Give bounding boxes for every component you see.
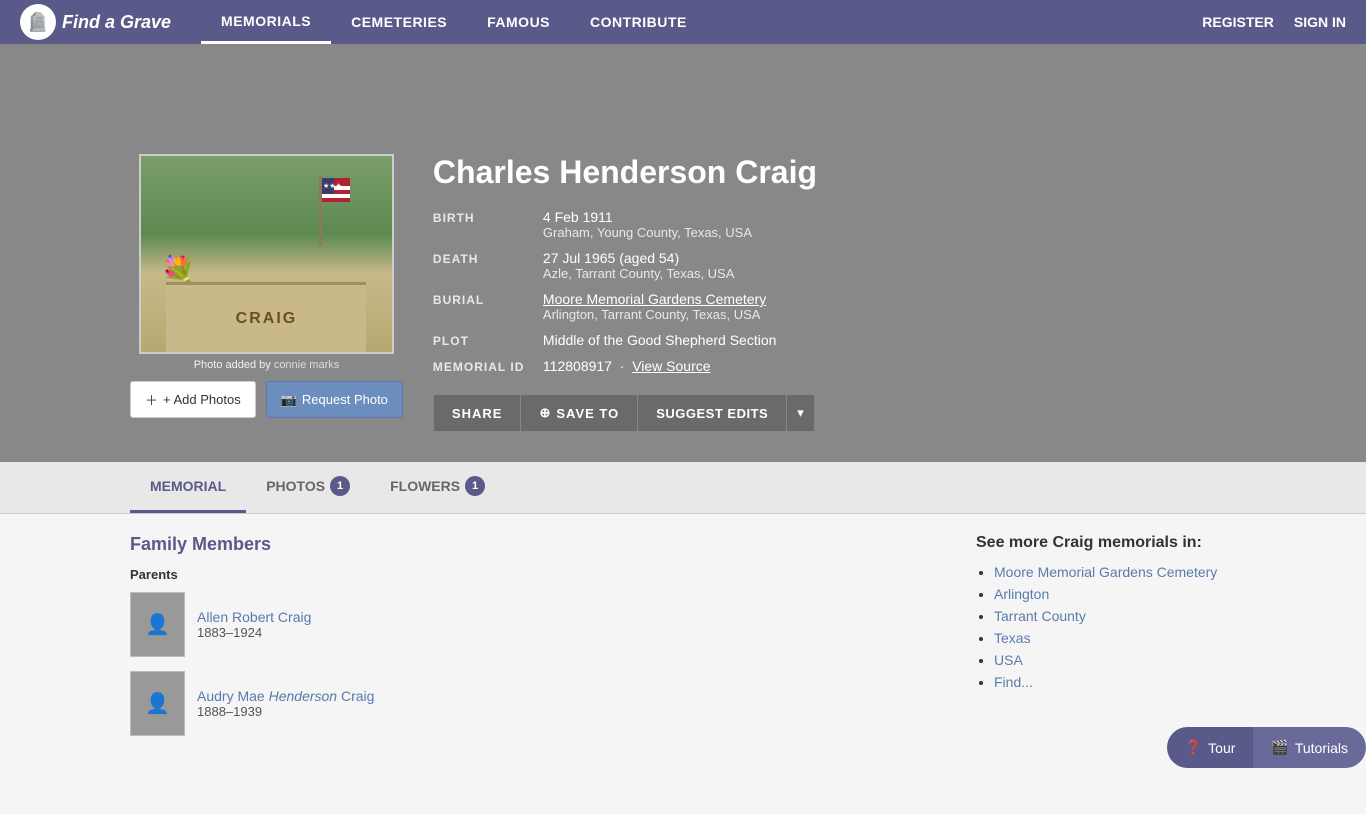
- list-item: Arlington: [994, 586, 1236, 602]
- member-info: Audry Mae Henderson Craig 1888–1939: [197, 688, 374, 719]
- tour-button[interactable]: ❓ Tour: [1167, 727, 1254, 768]
- burial-label: BURIAL: [433, 291, 543, 307]
- member-photo: 👤: [130, 671, 185, 736]
- info-section: Charles Henderson Craig BIRTH 4 Feb 1911…: [433, 154, 1236, 432]
- photo-section: 💐 ★★★ CRAIG Photo added by connie marks …: [130, 154, 403, 418]
- tutorials-button[interactable]: 🎬 Tutorials: [1253, 727, 1366, 768]
- person-icon: 👤: [145, 691, 170, 716]
- video-icon: 🎬: [1271, 739, 1288, 756]
- death-value: 27 Jul 1965 (aged 54) Azle, Tarrant Coun…: [543, 250, 734, 281]
- nav-memorials[interactable]: MEMORIALS: [201, 0, 331, 44]
- dropdown-button[interactable]: ▾: [787, 394, 815, 432]
- death-row: DEATH 27 Jul 1965 (aged 54) Azle, Tarran…: [433, 250, 1236, 281]
- list-item: Texas: [994, 630, 1236, 646]
- burial-row: BURIAL Moore Memorial Gardens Cemetery A…: [433, 291, 1236, 322]
- flowers-badge: 1: [465, 476, 485, 496]
- birth-value: 4 Feb 1911 Graham, Young County, Texas, …: [543, 209, 752, 240]
- hero-background: [0, 44, 1366, 154]
- sidebar-link[interactable]: USA: [994, 652, 1023, 668]
- grave-stone: CRAIG: [166, 282, 366, 352]
- photo-buttons: ＋ + Add Photos 📷 Request Photo: [130, 381, 403, 418]
- list-item: Find...: [994, 674, 1236, 690]
- family-section: Family Members Parents 👤 Allen Robert Cr…: [130, 534, 936, 794]
- info-table: BIRTH 4 Feb 1911 Graham, Young County, T…: [433, 209, 1236, 374]
- photo-credit: Photo added by connie marks: [194, 359, 340, 371]
- parents-label: Parents: [130, 567, 936, 582]
- list-item: Tarrant County: [994, 608, 1236, 624]
- suggest-edits-button[interactable]: SUGGEST EDITS: [638, 394, 787, 432]
- plot-row: PLOT Middle of the Good Shepherd Section: [433, 332, 1236, 348]
- nav-links: MEMORIALS CEMETERIES FAMOUS CONTRIBUTE: [201, 0, 1202, 44]
- birth-label: BIRTH: [433, 209, 543, 225]
- list-item: USA: [994, 652, 1236, 668]
- request-photo-button[interactable]: 📷 Request Photo: [266, 381, 403, 418]
- family-title: Family Members: [130, 534, 936, 555]
- family-member: 👤 Allen Robert Craig 1883–1924: [130, 592, 936, 657]
- plot-value: Middle of the Good Shepherd Section: [543, 332, 777, 348]
- sidebar-link[interactable]: Texas: [994, 630, 1031, 646]
- tabs-section: MEMORIAL PHOTOS 1 FLOWERS 1: [0, 462, 1366, 514]
- sidebar-link[interactable]: Arlington: [994, 586, 1049, 602]
- navigation: 🪦 Find a Grave MEMORIALS CEMETERIES FAMO…: [0, 0, 1366, 44]
- member-info: Allen Robert Craig 1883–1924: [197, 609, 311, 640]
- grave-photo[interactable]: 💐 ★★★ CRAIG: [139, 154, 394, 354]
- logo-icon: 🪦: [20, 4, 56, 40]
- photos-badge: 1: [330, 476, 350, 496]
- add-photos-button[interactable]: ＋ + Add Photos: [130, 381, 256, 418]
- sidebar-link[interactable]: Moore Memorial Gardens Cemetery: [994, 564, 1217, 580]
- person-name: Charles Henderson Craig: [433, 154, 1236, 191]
- plot-label: PLOT: [433, 332, 543, 348]
- tab-photos[interactable]: PHOTOS 1: [246, 462, 370, 513]
- nav-auth-links: REGISTER SIGN IN: [1202, 14, 1346, 30]
- memorial-id-row: MEMORIAL ID 112808917 · View Source: [433, 358, 1236, 374]
- member-name-link[interactable]: Audry Mae Henderson Craig: [197, 688, 374, 704]
- chevron-down-icon: ▾: [797, 405, 804, 420]
- tab-flowers[interactable]: FLOWERS 1: [370, 462, 505, 513]
- person-icon: 👤: [145, 612, 170, 637]
- save-to-button[interactable]: ⊕ SAVE TO: [521, 394, 638, 432]
- member-years: 1888–1939: [197, 704, 374, 719]
- burial-value: Moore Memorial Gardens Cemetery Arlingto…: [543, 291, 766, 322]
- plus-icon: ＋: [145, 390, 158, 409]
- flag-icon: ★★★: [317, 176, 352, 246]
- register-link[interactable]: REGISTER: [1202, 14, 1274, 30]
- lower-content: Family Members Parents 👤 Allen Robert Cr…: [0, 514, 1366, 814]
- sidebar-title: See more Craig memorials in:: [976, 534, 1236, 552]
- action-buttons: SHARE ⊕ SAVE TO SUGGEST EDITS ▾: [433, 394, 1236, 432]
- cemetery-link[interactable]: Moore Memorial Gardens Cemetery: [543, 291, 766, 307]
- question-circle-icon: ❓: [1185, 739, 1202, 756]
- main-content: 💐 ★★★ CRAIG Photo added by connie marks …: [0, 154, 1366, 462]
- nav-contribute[interactable]: CONTRIBUTE: [570, 0, 707, 44]
- share-button[interactable]: SHARE: [433, 394, 522, 432]
- nav-cemeteries[interactable]: CEMETERIES: [331, 0, 467, 44]
- site-logo[interactable]: 🪦 Find a Grave: [20, 4, 171, 40]
- list-item: Moore Memorial Gardens Cemetery: [994, 564, 1236, 580]
- member-years: 1883–1924: [197, 625, 311, 640]
- plus-circle-icon: ⊕: [539, 405, 551, 421]
- member-name-link[interactable]: Allen Robert Craig: [197, 609, 311, 625]
- logo-text: Find a Grave: [62, 12, 171, 33]
- tab-memorial[interactable]: MEMORIAL: [130, 462, 246, 513]
- sign-in-link[interactable]: SIGN IN: [1294, 14, 1346, 30]
- sidebar-link[interactable]: Find...: [994, 674, 1033, 690]
- death-label: DEATH: [433, 250, 543, 266]
- birth-row: BIRTH 4 Feb 1911 Graham, Young County, T…: [433, 209, 1236, 240]
- photo-credit-link[interactable]: connie marks: [274, 359, 339, 371]
- family-member: 👤 Audry Mae Henderson Craig 1888–1939: [130, 671, 936, 736]
- tour-tutorials-bar: ❓ Tour 🎬 Tutorials: [1167, 727, 1366, 768]
- memorial-id-label: MEMORIAL ID: [433, 358, 543, 374]
- view-source-link[interactable]: View Source: [632, 358, 710, 374]
- nav-famous[interactable]: FAMOUS: [467, 0, 570, 44]
- sidebar-list: Moore Memorial Gardens Cemetery Arlingto…: [976, 564, 1236, 690]
- camera-icon: 📷: [281, 392, 297, 408]
- member-photo: 👤: [130, 592, 185, 657]
- memorial-id-value: 112808917 · View Source: [543, 358, 711, 374]
- svg-text:★★★: ★★★: [323, 182, 342, 190]
- sidebar-link[interactable]: Tarrant County: [994, 608, 1086, 624]
